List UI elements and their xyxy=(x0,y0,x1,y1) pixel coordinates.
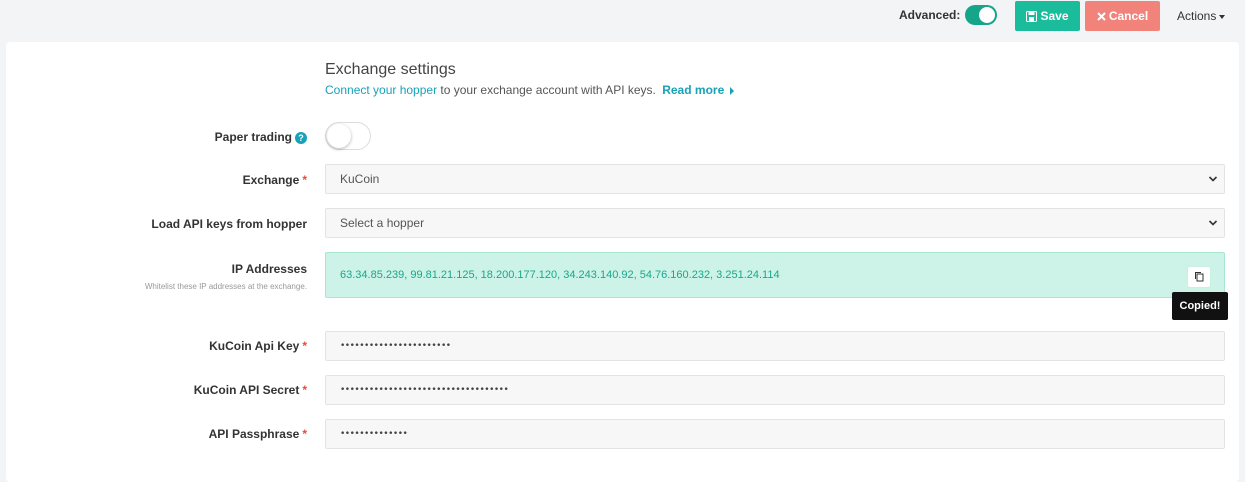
passphrase-input[interactable]: •••••••••••••• xyxy=(325,419,1225,449)
actions-label: Actions xyxy=(1177,9,1217,23)
api-secret-value: ••••••••••••••••••••••••••••••••••• xyxy=(340,385,509,395)
paper-trading-label: Paper trading? xyxy=(215,130,307,144)
cancel-button-label: Cancel xyxy=(1108,9,1149,23)
exchange-label: Exchange * xyxy=(243,173,307,187)
save-button-label: Save xyxy=(1040,9,1069,23)
required-marker: * xyxy=(302,383,307,397)
caret-right-icon xyxy=(730,86,735,95)
passphrase-label-text: API Passphrase xyxy=(208,427,300,441)
section-title: Exchange settings xyxy=(325,61,456,78)
api-key-label: KuCoin Api Key * xyxy=(209,339,307,353)
exchange-select[interactable]: KuCoin xyxy=(325,164,1225,194)
advanced-toggle[interactable] xyxy=(965,5,997,25)
ip-addresses-box: 63.34.85.239, 99.81.21.125, 18.200.177.1… xyxy=(325,252,1225,298)
api-key-input[interactable]: ••••••••••••••••••••••• xyxy=(325,331,1225,361)
hopper-select[interactable]: Select a hopper xyxy=(325,208,1225,238)
top-toolbar: Advanced: Save Cancel Actions xyxy=(0,0,1245,40)
read-more-label: Read more xyxy=(662,83,725,97)
paper-trading-label-text: Paper trading xyxy=(214,130,292,144)
passphrase-value: •••••••••••••• xyxy=(340,429,408,439)
exchange-select-value: KuCoin xyxy=(340,172,380,186)
toggle-knob xyxy=(979,7,995,23)
connect-hopper-link[interactable]: Connect your hopper xyxy=(325,83,437,97)
passphrase-label: API Passphrase * xyxy=(209,427,307,441)
caret-down-icon xyxy=(1219,14,1226,19)
required-marker: * xyxy=(302,427,307,441)
hopper-select-value: Select a hopper xyxy=(340,216,425,230)
read-more-link[interactable]: Read more xyxy=(662,83,735,97)
load-keys-label: Load API keys from hopper xyxy=(151,217,307,231)
api-key-value: ••••••••••••••••••••••• xyxy=(340,341,451,351)
exchange-label-text: Exchange xyxy=(242,173,300,187)
advanced-label: Advanced: xyxy=(899,8,961,22)
question-circle-icon[interactable]: ? xyxy=(295,131,307,144)
chevron-down-icon xyxy=(1208,176,1218,182)
actions-dropdown[interactable]: Actions xyxy=(1177,9,1226,23)
api-secret-input[interactable]: ••••••••••••••••••••••••••••••••••• xyxy=(325,375,1225,405)
chevron-down-icon xyxy=(1208,220,1218,226)
api-secret-label: KuCoin API Secret * xyxy=(194,383,307,397)
ip-addresses-label: IP Addresses xyxy=(231,262,307,276)
cancel-button[interactable]: Cancel xyxy=(1085,1,1160,31)
api-secret-label-text: KuCoin API Secret xyxy=(193,383,300,397)
api-key-label-text: KuCoin Api Key xyxy=(209,339,300,353)
close-icon xyxy=(1097,11,1106,21)
floppy-disk-icon xyxy=(1026,10,1038,22)
load-keys-label-text: Load API keys from hopper xyxy=(151,217,307,231)
required-marker: * xyxy=(302,339,307,353)
required-marker: * xyxy=(302,173,307,187)
copy-button[interactable] xyxy=(1188,267,1210,287)
paper-trading-toggle[interactable] xyxy=(325,122,371,150)
section-subtitle: Connect your hopper to your exchange acc… xyxy=(325,83,735,97)
ip-addresses-hint: Whitelist these IP addresses at the exch… xyxy=(144,282,307,291)
subtitle-text: to your exchange account with API keys. xyxy=(437,83,656,97)
save-button[interactable]: Save xyxy=(1015,1,1080,31)
toggle-knob xyxy=(327,124,351,148)
copied-tooltip: Copied! xyxy=(1172,292,1228,320)
ip-addresses-value: 63.34.85.239, 99.81.21.125, 18.200.177.1… xyxy=(340,269,780,281)
copy-icon xyxy=(1195,272,1204,282)
